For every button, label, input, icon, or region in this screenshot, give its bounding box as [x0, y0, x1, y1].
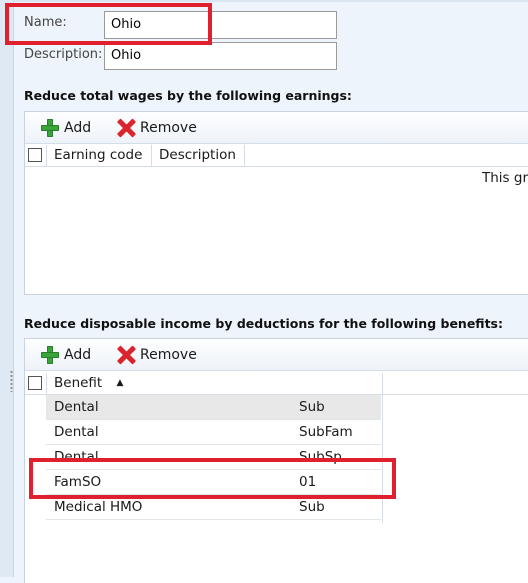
code-cell: SubSp — [299, 449, 342, 465]
add-icon — [41, 119, 59, 137]
earnings-add-button[interactable]: Add — [41, 118, 91, 138]
earnings-select-all-checkbox[interactable] — [28, 148, 42, 162]
benefits-grid: Add Remove Benefit ▲ Dental Sub Dental S… — [24, 338, 528, 583]
earnings-remove-button[interactable]: Remove — [117, 118, 197, 138]
description-label: Description: — [24, 47, 103, 62]
benefits-col-benefit-label: Benefit — [54, 375, 103, 391]
earnings-remove-label: Remove — [140, 120, 197, 136]
splitter-grip[interactable] — [10, 370, 13, 392]
table-row[interactable]: Dental SubFam — [46, 420, 381, 445]
benefits-add-label: Add — [64, 347, 92, 363]
benefits-toolbar: Add Remove — [25, 339, 528, 371]
benefit-cell: Medical HMO — [54, 499, 143, 515]
benefit-cell: Dental — [54, 399, 99, 415]
table-row[interactable]: Dental Sub — [46, 395, 381, 420]
column-divider — [382, 373, 383, 523]
earnings-col-earning-code[interactable]: Earning code — [46, 145, 152, 166]
earnings-section-title: Reduce total wages by the following earn… — [24, 88, 352, 103]
benefits-col-benefit[interactable]: Benefit ▲ — [46, 373, 383, 394]
benefits-add-button[interactable]: Add — [41, 345, 91, 365]
benefit-cell: Dental — [54, 449, 99, 465]
code-cell: SubFam — [299, 424, 353, 440]
table-row[interactable]: Medical HMO Sub — [46, 495, 381, 520]
name-field[interactable]: Ohio — [104, 11, 337, 39]
add-icon — [41, 346, 59, 364]
name-label: Name: — [24, 15, 67, 30]
benefits-select-all-checkbox[interactable] — [28, 376, 42, 390]
code-cell: Sub — [299, 499, 325, 515]
benefits-section-title: Reduce disposable income by deductions f… — [24, 316, 503, 331]
benefits-grid-header: Benefit ▲ — [25, 373, 528, 395]
earnings-grid: Add Remove Earning code Description This… — [24, 111, 528, 295]
description-field[interactable]: Ohio — [104, 42, 337, 70]
benefit-cell: Dental — [54, 424, 99, 440]
benefit-cell: FamSO — [54, 474, 102, 490]
earnings-add-label: Add — [64, 120, 92, 136]
remove-icon — [117, 346, 135, 364]
top-edge — [13, 0, 528, 2]
earnings-empty-message: This gri — [482, 170, 528, 186]
benefits-remove-button[interactable]: Remove — [117, 345, 197, 365]
code-cell: Sub — [299, 399, 325, 415]
benefits-remove-label: Remove — [140, 347, 197, 363]
earnings-grid-header: Earning code Description — [25, 145, 528, 167]
earnings-toolbar: Add Remove — [25, 112, 528, 144]
remove-icon — [117, 119, 135, 137]
sort-ascending-icon: ▲ — [116, 378, 124, 388]
table-row[interactable]: Dental SubSp — [46, 445, 381, 470]
left-panel-strip — [0, 0, 14, 577]
code-cell: 01 — [299, 474, 317, 490]
earnings-col-description[interactable]: Description — [152, 145, 245, 166]
table-row[interactable]: FamSO 01 — [46, 470, 381, 495]
